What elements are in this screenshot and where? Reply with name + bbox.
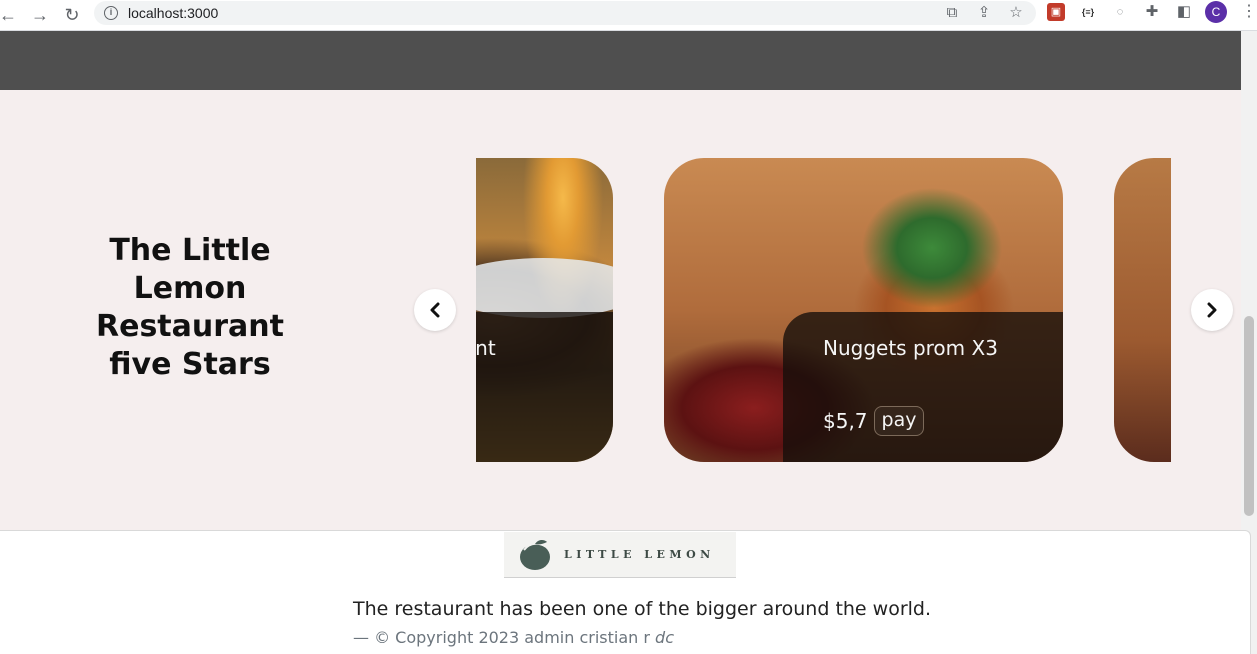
lemon-logo-icon: [520, 539, 550, 570]
dish-plate-image: [476, 258, 613, 318]
browser-menu-icon[interactable]: ⋮: [1241, 3, 1257, 23]
card-price-row: $5,7 pay: [823, 406, 925, 436]
hero-title: The Little Lemon Restaurant five Stars: [96, 233, 284, 382]
browser-toolbar: ← → ↻ i localhost:3000 ⧉ ⇪ ☆ ▣ {≡} ◌ ✚ ◧…: [0, 0, 1257, 31]
footer-description: The restaurant has been one of the bigge…: [353, 598, 932, 620]
footer-copyright: — © Copyright 2023 admin cristian r dc: [353, 628, 674, 647]
footer-logo[interactable]: LITTLE LEMON: [504, 532, 736, 578]
chevron-left-icon: [430, 302, 440, 318]
json-extension-icon[interactable]: {≡}: [1079, 3, 1097, 21]
share-icon[interactable]: ⇪: [975, 4, 993, 22]
carousel-next-button[interactable]: [1191, 289, 1233, 331]
chevron-right-icon: [1207, 302, 1217, 318]
bookmark-star-icon[interactable]: ☆: [1007, 4, 1025, 22]
header-band: [0, 31, 1241, 90]
scrollbar-thumb[interactable]: [1244, 316, 1254, 516]
pay-button[interactable]: pay: [873, 406, 925, 436]
extension-red-icon[interactable]: ▣: [1047, 3, 1065, 21]
copyright-text: — © Copyright 2023 admin cristian r: [353, 628, 650, 647]
carousel-card-next[interactable]: [1114, 158, 1171, 462]
address-url[interactable]: localhost:3000: [128, 5, 218, 21]
specials-carousel: e moment Nuggets prom X3 $5,7 pay: [476, 158, 1171, 462]
side-panel-icon[interactable]: ◧: [1175, 3, 1193, 21]
card-title: Nuggets prom X3: [823, 336, 998, 360]
forward-icon[interactable]: →: [28, 3, 52, 27]
extensions-puzzle-icon[interactable]: ✚: [1143, 3, 1161, 21]
logo-wordmark: LITTLE LEMON: [564, 548, 715, 561]
carousel-prev-button[interactable]: [414, 289, 456, 331]
profile-avatar[interactable]: C: [1205, 1, 1227, 23]
reload-icon[interactable]: ↻: [60, 3, 84, 27]
card-overlay: Nuggets prom X3 $5,7 pay: [783, 312, 1063, 462]
copyright-italic: dc: [655, 628, 674, 647]
extension-circle-icon[interactable]: ◌: [1111, 3, 1129, 21]
card-title: e moment: [476, 336, 496, 360]
site-info-icon[interactable]: i: [104, 6, 118, 20]
back-icon[interactable]: ←: [0, 3, 20, 27]
card-price: $5,7: [823, 409, 868, 433]
translate-icon[interactable]: ⧉: [943, 4, 961, 22]
card-overlay: e moment: [476, 312, 613, 462]
carousel-card-previous[interactable]: e moment: [476, 158, 613, 462]
address-bar[interactable]: i localhost:3000: [94, 1, 1036, 25]
carousel-card-current[interactable]: Nuggets prom X3 $5,7 pay: [664, 158, 1063, 462]
